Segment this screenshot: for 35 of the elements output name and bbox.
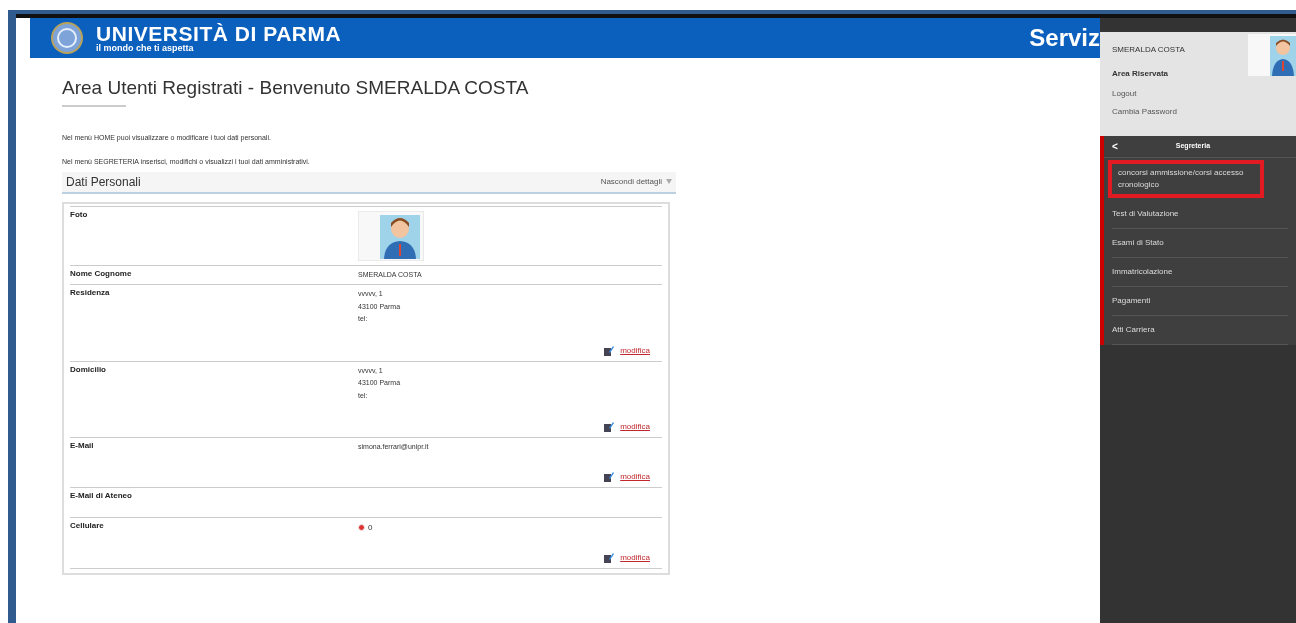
back-button[interactable]: <	[1112, 139, 1118, 154]
university-seal-icon	[50, 21, 84, 55]
menu-item[interactable]: Pagamenti	[1112, 287, 1288, 316]
edit-link[interactable]: modifica	[620, 551, 650, 564]
edit-link[interactable]: modifica	[620, 470, 650, 483]
field-label: Residenza	[70, 289, 111, 297]
menu-item[interactable]: concorsi ammissione/corsi accesso cronologico	[1108, 160, 1264, 198]
user-name: SMERALDA COSTA	[1112, 44, 1186, 56]
toggle-details-button[interactable]: Nascondi dettagli	[600, 175, 672, 188]
section-title: Dati Personali	[66, 173, 141, 191]
edit-icon	[604, 471, 615, 482]
edit-icon	[604, 345, 615, 356]
university-name: UNIVERSITÀ DI PARMA	[96, 23, 342, 44]
field-label: Domicilio	[70, 365, 107, 374]
edit-icon	[604, 552, 615, 563]
field-value: 0	[368, 521, 373, 534]
menu-link[interactable]: Logout	[1112, 88, 1296, 100]
menu-item[interactable]: Test di Valutazione	[1112, 200, 1288, 229]
edit-link[interactable]: modifica	[620, 344, 650, 357]
menu-link[interactable]: Cambia Password	[1112, 106, 1296, 118]
field-label: Foto	[70, 210, 89, 219]
caret-icon	[666, 179, 672, 184]
menu-item[interactable]: Immatricolazione	[1112, 258, 1288, 287]
area-title: Area Riservata	[1112, 68, 1170, 80]
service-title: Serviz	[1029, 23, 1100, 53]
field-label: Cellulare	[70, 521, 105, 530]
university-tagline: il mondo che ti aspetta	[96, 44, 195, 53]
phone-status-icon	[358, 524, 365, 531]
page-title: Area Utenti Registrati - Benvenuto SMERALDA COSTA	[62, 76, 530, 100]
field-label: E-Mail	[70, 442, 95, 450]
menu-item[interactable]: Esami di Stato	[1112, 229, 1288, 258]
edit-link[interactable]: modifica	[620, 421, 650, 433]
field-label: Nome Cognome	[70, 269, 133, 278]
field-label: E-Mail di Ateneo	[70, 491, 133, 500]
edit-icon	[604, 422, 615, 432]
